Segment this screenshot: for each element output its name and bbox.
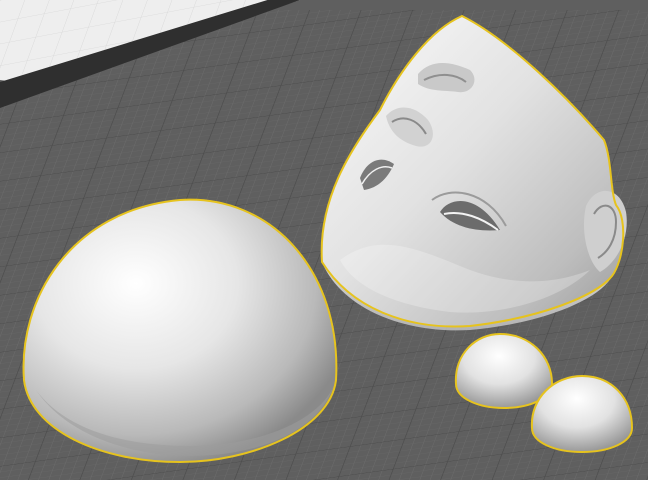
- scene-canvas[interactable]: [0, 0, 648, 480]
- 3d-viewport[interactable]: [0, 0, 648, 480]
